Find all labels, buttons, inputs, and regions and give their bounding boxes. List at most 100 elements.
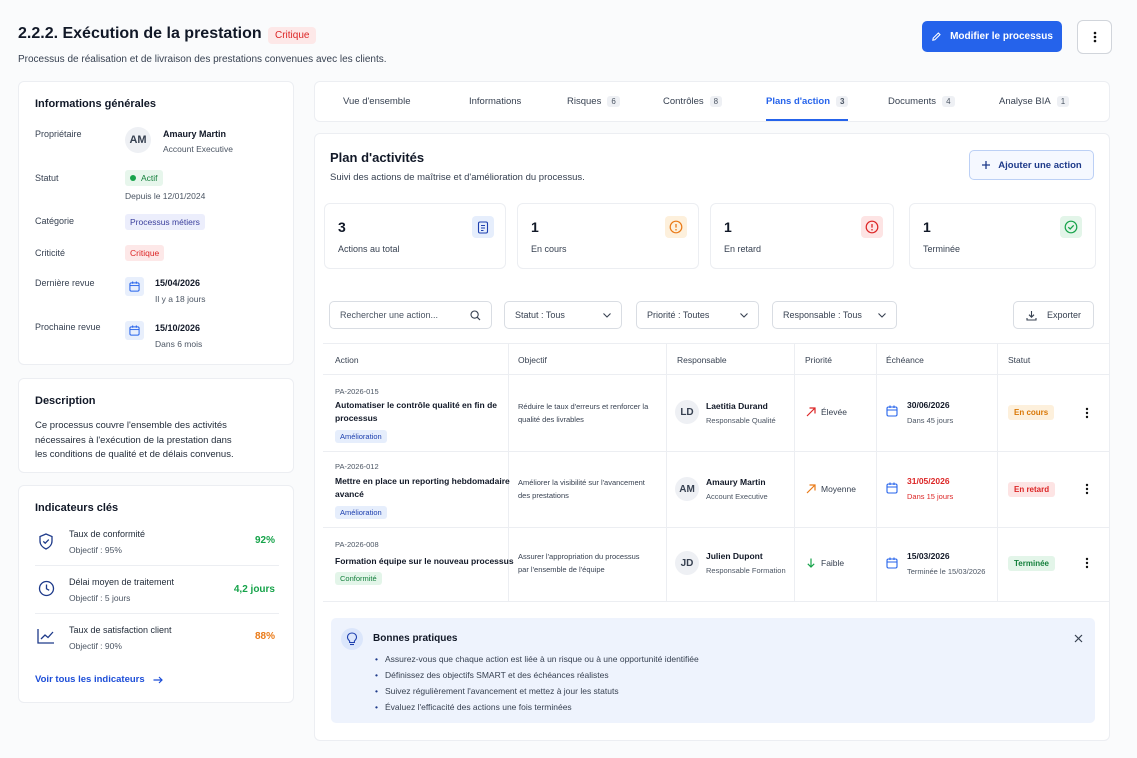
export-button[interactable]: Exporter <box>1013 301 1094 329</box>
lightbulb-icon <box>341 628 363 650</box>
owner-name: Amaury Martin <box>163 129 227 139</box>
action-title-line: Mettre en place un reporting hebdomadair… <box>335 476 510 486</box>
tab-documents[interactable]: Documents 4 <box>888 96 955 107</box>
description-card: Description Ce processus couvre l'ensemb… <box>18 378 294 473</box>
stat-card-late: 1 En retard <box>710 203 894 269</box>
tab-overview[interactable]: Vue d'ensemble <box>343 96 410 107</box>
more-options-button[interactable] <box>1077 20 1112 54</box>
download-icon <box>1026 310 1037 321</box>
description-text: Ce processus couvre l'ensemble des activ… <box>35 419 234 463</box>
close-icon[interactable] <box>1074 630 1083 648</box>
general-info-card: Informations générales Propriétaire AM A… <box>18 81 294 365</box>
status-badge: En retard <box>1008 482 1056 497</box>
objective-text: Assurer l'appropriation du processus par … <box>518 550 640 576</box>
tab-information[interactable]: Informations <box>469 96 521 107</box>
add-action-button[interactable]: Ajouter une action <box>969 150 1094 180</box>
due-date-detail: Terminée le 15/03/2026 <box>907 567 986 576</box>
tab-risks[interactable]: Risques 6 <box>567 96 620 107</box>
key-indicators-card: Indicateurs clés Taux de conformité Obje… <box>18 485 294 703</box>
column-header-priority: Priorité <box>805 355 832 365</box>
criticality-badge: Critique <box>268 27 317 44</box>
table-border <box>323 343 1109 344</box>
description-line: nécessaires à l'exécution de la prestati… <box>35 434 232 446</box>
owner-name: Amaury Martin <box>706 477 766 487</box>
owner-name: Laetitia Durand <box>706 401 768 411</box>
arrow-right-icon <box>153 676 163 683</box>
status-label: Statut <box>35 173 59 183</box>
view-all-indicators-link[interactable]: Voir tous les indicateurs <box>35 674 163 685</box>
clock-icon <box>35 577 57 599</box>
edit-process-button[interactable]: Modifier le processus <box>922 21 1062 52</box>
priority-label: Faible <box>821 558 845 568</box>
tip-item: Assurez-vous que chaque action est liée … <box>375 654 699 664</box>
search-placeholder: Rechercher une action... <box>340 310 439 320</box>
tip-item: Définissez des objectifs SMART et des éc… <box>375 670 609 680</box>
status-filter[interactable]: Statut : Tous <box>504 301 622 329</box>
column-header-owner: Responsable <box>677 355 727 365</box>
row-menu-button[interactable] <box>1082 556 1092 570</box>
objective-line: qualité des livrables <box>518 415 584 424</box>
chevron-down-icon <box>603 312 611 318</box>
chevron-down-icon <box>740 312 748 318</box>
action-tag: Amélioration <box>335 430 387 443</box>
action-code: PA-2026-008 <box>335 540 379 549</box>
priority-filter[interactable]: Priorité : Toutes <box>636 301 759 329</box>
owner-name: Julien Dupont <box>706 551 763 561</box>
tab-count: 4 <box>942 96 955 107</box>
due-date: 30/06/2026 <box>907 400 950 410</box>
stat-value: 3 <box>338 219 346 235</box>
stat-label: Actions au total <box>338 244 400 254</box>
due-date-detail: Dans 15 jours <box>907 492 954 501</box>
owner-filter[interactable]: Responsable : Tous <box>772 301 897 329</box>
edit-process-label: Modifier le processus <box>950 31 1053 42</box>
objective-text: Réduire le taux d'erreurs et renforcer l… <box>518 400 648 426</box>
status-badge: Terminée <box>1008 556 1055 571</box>
column-header-objective: Objectif <box>518 355 547 365</box>
check-circle-icon <box>1060 216 1082 238</box>
row-menu-button[interactable] <box>1082 406 1092 420</box>
tab-action-plans[interactable]: Plans d'action 3 <box>766 96 849 107</box>
indicator-label: Taux de conformité <box>69 529 146 539</box>
tab-bia-analysis[interactable]: Analyse BIA 1 <box>999 96 1070 107</box>
trend-chart-icon <box>35 625 57 647</box>
action-tag: Amélioration <box>335 506 387 519</box>
owner-role: Account Executive <box>163 144 233 154</box>
document-icon <box>472 216 494 238</box>
export-label: Exporter <box>1046 310 1081 320</box>
description-line: les conditions de qualité et de délais c… <box>35 449 234 460</box>
calendar-icon <box>886 481 898 499</box>
column-header-status: Statut <box>1008 355 1031 365</box>
tip-item: Évaluez l'efficacité des actions une foi… <box>375 702 572 712</box>
vertical-dots-icon <box>1085 557 1089 569</box>
row-menu-button[interactable] <box>1082 482 1092 496</box>
alert-circle-icon <box>665 216 687 238</box>
tip-item: Suivez régulièrement l'avancement et met… <box>375 686 619 696</box>
search-input[interactable]: Rechercher une action... <box>329 301 492 329</box>
stat-card-done: 1 Terminée <box>909 203 1096 269</box>
last-review-ago: Il y a 18 jours <box>155 294 206 304</box>
action-tag: Conformité <box>335 572 382 585</box>
tab-label: Documents <box>888 96 937 107</box>
avatar: LD <box>675 400 699 424</box>
last-review-date: 15/04/2026 <box>155 278 201 288</box>
divider <box>35 613 279 614</box>
indicator-value: 4,2 jours <box>233 584 275 595</box>
owner-role: Account Executive <box>706 492 768 501</box>
action-title-line: Automatiser le contrôle qualité en fin d… <box>335 400 497 410</box>
priority-label: Moyenne <box>821 484 856 494</box>
add-action-label: Ajouter une action <box>998 159 1082 171</box>
tab-count: 6 <box>607 96 620 107</box>
owner-role: Responsable Qualité <box>706 416 776 425</box>
tab-controls[interactable]: Contrôles 8 <box>663 96 723 107</box>
priority-cell: Élevée <box>806 407 847 417</box>
stat-value: 1 <box>531 219 539 235</box>
chevron-down-icon <box>878 312 886 318</box>
divider <box>35 565 279 566</box>
status-badge: Actif <box>125 170 163 186</box>
stat-value: 1 <box>724 219 732 235</box>
indicator-value: 88% <box>254 631 275 642</box>
calendar-icon <box>886 404 898 422</box>
objective-line: Assurer l'appropriation du processus <box>518 552 640 561</box>
action-code: PA-2026-015 <box>335 387 379 396</box>
tab-count: 1 <box>1056 96 1070 107</box>
